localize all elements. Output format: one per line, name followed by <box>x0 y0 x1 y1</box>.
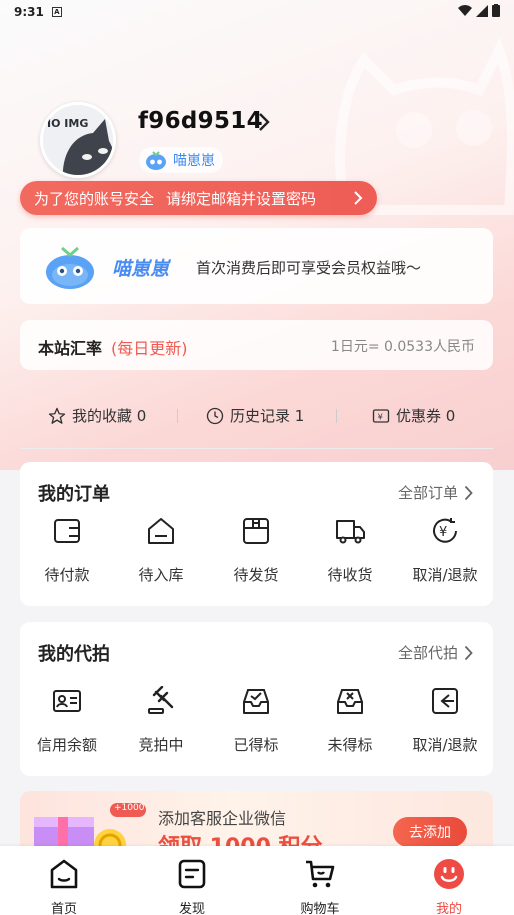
package-icon <box>243 518 269 544</box>
divider <box>336 409 337 423</box>
bottom-tab-bar: 首页 发现 购物车 我的 <box>0 846 514 915</box>
bid-item-label: 信用余额 <box>36 736 97 754</box>
inbox-x-icon <box>337 689 363 714</box>
bid-cancel-refund[interactable]: 取消/退款 <box>398 686 492 755</box>
svg-text:IO IMG: IO IMG <box>47 117 88 130</box>
chevron-right-icon <box>464 645 473 660</box>
inbox-check-icon <box>243 689 269 714</box>
rate-label: 本站汇率 <box>38 339 103 358</box>
signal-icon <box>476 4 488 17</box>
tab-cart[interactable]: 购物车 <box>275 858 365 915</box>
member-benefits-card[interactable]: 喵崽崽 首次消费后即可享受会员权益哦～ <box>20 228 493 304</box>
chevron-right-icon <box>464 485 473 500</box>
order-pending-shipment[interactable]: 待发货 <box>209 516 303 585</box>
security-text-1: 为了您的账号安全 <box>34 189 155 208</box>
bid-item-label: 取消/退款 <box>412 736 478 754</box>
discover-icon <box>178 859 206 889</box>
security-reminder-bar[interactable]: 为了您的账号安全 请绑定邮箱并设置密码 <box>20 181 377 215</box>
bid-lost[interactable]: 未得标 <box>303 686 397 755</box>
my-bids-section: 我的代拍 全部代拍 信用余额 竞拍中 已得标 未得标 取消/退款 <box>20 622 493 776</box>
favorites-label: 我的收藏 0 <box>72 407 147 425</box>
tab-discover[interactable]: 发现 <box>147 858 237 915</box>
order-item-label: 待入库 <box>138 566 184 584</box>
member-description: 首次消费后即可享受会员权益哦～ <box>196 259 422 277</box>
battery-icon <box>492 4 500 17</box>
tab-mine[interactable]: 我的 <box>404 858 494 915</box>
tab-home[interactable]: 首页 <box>19 858 109 915</box>
chevron-right-icon <box>354 191 363 205</box>
refund-icon: ¥ <box>433 518 457 543</box>
history-link[interactable]: 历史记录 1 <box>206 405 304 426</box>
bids-title: 我的代拍 <box>38 644 110 665</box>
rate-value: 1日元= 0.0533人民币 <box>330 339 475 355</box>
order-pending-receipt[interactable]: 待收货 <box>303 516 397 585</box>
tab-mine-label: 我的 <box>435 902 462 915</box>
security-text-2: 请绑定邮箱并设置密码 <box>166 189 317 208</box>
clock-icon <box>206 407 224 424</box>
all-orders-link[interactable]: 全部订单 <box>398 482 473 503</box>
coupon-icon: ¥ <box>372 408 390 423</box>
coupons-link[interactable]: ¥ 优惠券 0 <box>372 405 455 426</box>
exchange-rate-card: 本站汇率 (每日更新) 1日元= 0.0533人民币 <box>20 320 493 370</box>
bid-won[interactable]: 已得标 <box>209 686 303 755</box>
go-add-button[interactable]: 去添加 <box>393 817 467 847</box>
profile-face-icon <box>434 859 464 889</box>
mascot-large-icon <box>46 246 94 289</box>
all-orders-label: 全部订单 <box>397 484 458 502</box>
mascot-icon <box>146 151 166 170</box>
bid-in-progress[interactable]: 竞拍中 <box>114 685 208 755</box>
all-bids-link[interactable]: 全部代拍 <box>398 642 473 663</box>
order-pending-storage[interactable]: 待入库 <box>114 516 208 585</box>
banner-badge: +1000 <box>114 803 145 813</box>
cart-icon <box>306 860 335 888</box>
home-icon <box>50 859 78 889</box>
return-icon <box>432 688 458 714</box>
member-level-badge: 喵崽崽 <box>139 147 223 173</box>
divider-line <box>20 448 493 449</box>
gavel-icon <box>148 685 174 714</box>
order-item-label: 待收货 <box>327 566 373 584</box>
chevron-right-icon[interactable] <box>256 112 272 132</box>
history-label: 历史记录 1 <box>230 407 305 425</box>
banner-line1: 添加客服企业微信 <box>158 809 287 828</box>
status-time: 9:31 <box>14 5 44 19</box>
avatar[interactable]: IO IMG <box>40 102 116 178</box>
wifi-icon <box>458 4 472 16</box>
member-level-name: 喵崽崽 <box>173 153 215 169</box>
bid-item-label: 已得标 <box>233 736 279 754</box>
tab-cart-label: 购物车 <box>300 902 340 915</box>
member-name: 喵崽崽 <box>112 258 170 280</box>
divider <box>177 409 178 423</box>
order-pending-payment[interactable]: 待付款 <box>20 516 114 585</box>
bid-item-label: 未得标 <box>327 736 373 754</box>
order-item-label: 待付款 <box>44 566 90 584</box>
notification-a-icon: A <box>51 7 62 17</box>
my-orders-section: 我的订单 全部订单 待付款 待入库 待发货 待收货 ¥ 取消/退款 <box>20 462 493 606</box>
bid-credit-balance[interactable]: 信用余额 <box>20 686 114 755</box>
quick-links-row: 我的收藏 0 历史记录 1 ¥ 优惠券 0 <box>20 385 493 447</box>
order-item-label: 待发货 <box>233 566 279 584</box>
all-bids-label: 全部代拍 <box>397 644 458 662</box>
wallet-icon <box>54 519 80 543</box>
bid-item-label: 竞拍中 <box>138 736 184 754</box>
coupons-label: 优惠券 0 <box>396 407 456 425</box>
username[interactable]: f96d9514 <box>138 108 263 134</box>
svg-text:¥: ¥ <box>439 525 447 540</box>
orders-title: 我的订单 <box>38 484 110 505</box>
tab-discover-label: 发现 <box>178 902 205 915</box>
id-card-icon <box>53 690 81 712</box>
warehouse-icon <box>148 518 174 544</box>
tab-home-label: 首页 <box>50 902 77 915</box>
truck-icon <box>336 520 365 544</box>
order-item-label: 取消/退款 <box>412 566 478 584</box>
rate-update-tag: (每日更新) <box>111 339 188 358</box>
favorites-link[interactable]: 我的收藏 0 <box>48 405 146 426</box>
star-icon <box>48 407 66 424</box>
status-bar: 9:31 A <box>0 0 514 24</box>
svg-text:¥: ¥ <box>378 411 383 421</box>
order-cancel-refund[interactable]: ¥ 取消/退款 <box>398 516 492 585</box>
